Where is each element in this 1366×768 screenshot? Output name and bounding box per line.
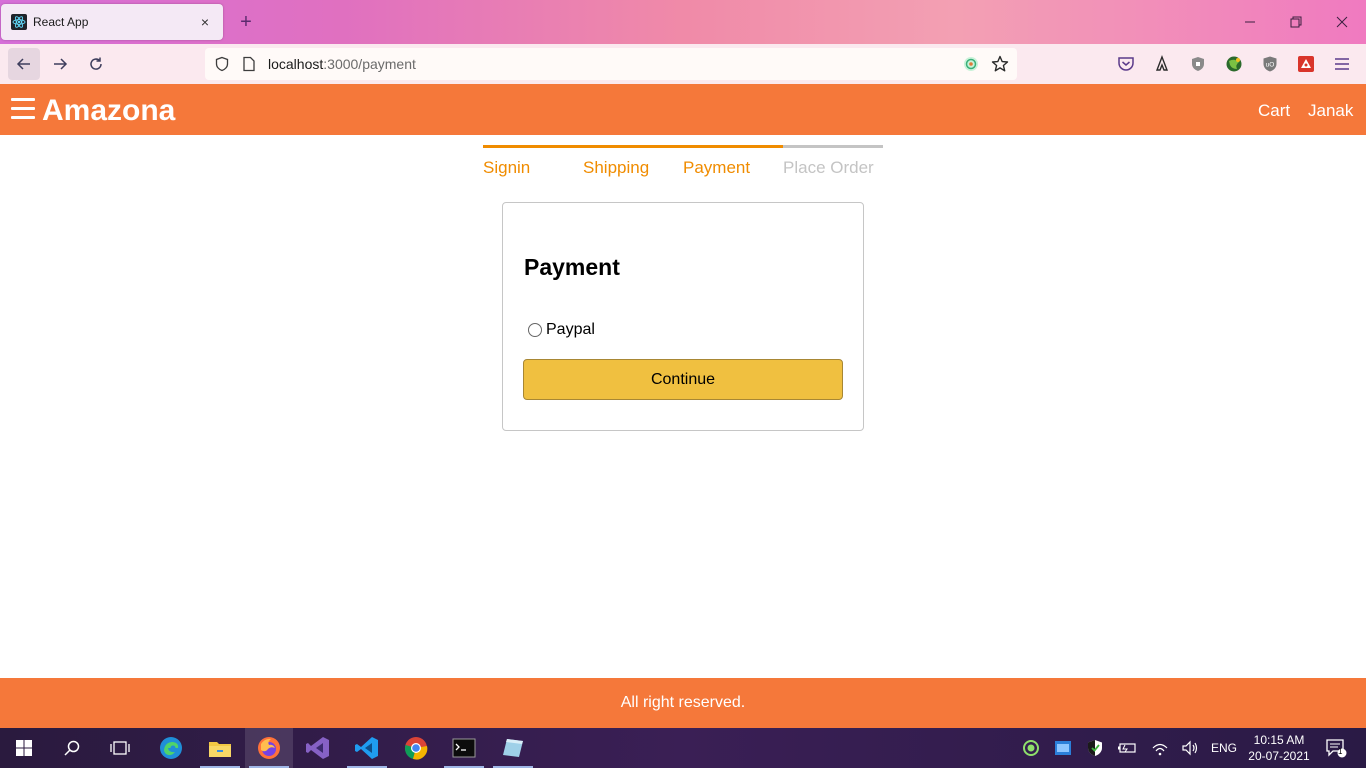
clock-date: 20-07-2021 bbox=[1248, 749, 1310, 763]
terminal-icon[interactable] bbox=[440, 728, 488, 768]
url-host: localhost bbox=[268, 56, 324, 72]
globe-extension-icon[interactable] bbox=[1224, 54, 1244, 74]
notification-center-icon[interactable]: 1 bbox=[1324, 738, 1348, 758]
file-explorer-icon[interactable] bbox=[196, 728, 244, 768]
page-footer: All right reserved. bbox=[0, 678, 1366, 728]
brand-logo-link[interactable]: Amazona bbox=[42, 94, 175, 128]
step-place-order: Place Order bbox=[783, 145, 883, 185]
browser-tab[interactable]: React App × bbox=[1, 4, 223, 40]
windows-start-icon[interactable] bbox=[0, 728, 48, 768]
volume-icon[interactable] bbox=[1180, 738, 1200, 758]
react-icon bbox=[11, 14, 27, 30]
page-title: Payment bbox=[524, 254, 620, 280]
footer-text: All right reserved. bbox=[620, 694, 746, 711]
task-view-icon[interactable] bbox=[96, 728, 144, 768]
extension-icon[interactable] bbox=[963, 56, 979, 72]
forward-icon[interactable] bbox=[44, 48, 76, 80]
payment-form: Payment Paypal Continue bbox=[502, 202, 864, 431]
wifi-icon[interactable] bbox=[1150, 738, 1170, 758]
paypal-option[interactable]: Paypal bbox=[528, 321, 595, 339]
extension-flame-icon[interactable] bbox=[1152, 54, 1172, 74]
pocket-icon[interactable] bbox=[1116, 54, 1136, 74]
menu-icon[interactable] bbox=[1332, 54, 1352, 74]
checkout-steps: Signin Shipping Payment Place Order bbox=[483, 145, 883, 185]
record-indicator-icon[interactable] bbox=[1021, 738, 1041, 758]
bookmark-star-icon[interactable] bbox=[991, 55, 1009, 73]
notification-count: 1 bbox=[1338, 747, 1343, 756]
chrome-icon[interactable] bbox=[392, 728, 440, 768]
security-tray-icon[interactable] bbox=[1085, 738, 1105, 758]
url-path: :3000/payment bbox=[323, 56, 416, 72]
user-menu-link[interactable]: Janak bbox=[1308, 101, 1353, 121]
battery-icon[interactable] bbox=[1117, 738, 1137, 758]
minimize-icon[interactable] bbox=[1238, 10, 1262, 34]
new-tab-button[interactable]: + bbox=[234, 10, 258, 34]
close-tab-icon[interactable]: × bbox=[193, 14, 217, 30]
privacy-shield-icon[interactable] bbox=[1188, 54, 1208, 74]
search-icon[interactable] bbox=[48, 728, 96, 768]
windows-taskbar: ENG 10:15 AM 20-07-2021 1 bbox=[0, 728, 1366, 768]
firefox-icon[interactable] bbox=[245, 728, 293, 768]
red-extension-icon[interactable] bbox=[1296, 54, 1316, 74]
page-icon[interactable] bbox=[242, 56, 256, 72]
step-payment: Payment bbox=[683, 145, 783, 185]
restore-icon[interactable] bbox=[1284, 10, 1308, 34]
url-bar[interactable]: localhost:3000/payment bbox=[205, 48, 1017, 80]
edge-browser-icon[interactable] bbox=[147, 728, 195, 768]
hamburger-menu-icon[interactable] bbox=[11, 98, 35, 120]
taskbar-clock[interactable]: 10:15 AM 20-07-2021 bbox=[1242, 732, 1316, 764]
back-icon[interactable] bbox=[8, 48, 40, 80]
visual-studio-icon[interactable] bbox=[294, 728, 342, 768]
browser-toolbar: localhost:3000/payment uO bbox=[0, 44, 1366, 84]
shield-icon[interactable] bbox=[214, 56, 230, 72]
language-indicator[interactable]: ENG bbox=[1210, 738, 1238, 758]
url-text[interactable]: localhost:3000/payment bbox=[268, 56, 416, 72]
paypal-radio[interactable] bbox=[528, 323, 542, 337]
ublock-icon[interactable]: uO bbox=[1260, 54, 1280, 74]
clock-time: 10:15 AM bbox=[1253, 733, 1305, 747]
notes-app-icon[interactable] bbox=[489, 728, 537, 768]
app-tray-icon[interactable] bbox=[1053, 738, 1073, 758]
window-close-icon[interactable] bbox=[1330, 10, 1354, 34]
vscode-icon[interactable] bbox=[343, 728, 391, 768]
cart-link[interactable]: Cart bbox=[1258, 101, 1290, 121]
step-signin: Signin bbox=[483, 145, 583, 185]
browser-tab-strip: React App × + bbox=[0, 0, 1366, 44]
paypal-label[interactable]: Paypal bbox=[546, 321, 595, 339]
reload-icon[interactable] bbox=[80, 48, 112, 80]
svg-text:uO: uO bbox=[1266, 62, 1275, 69]
app-header: Amazona Cart Janak bbox=[0, 84, 1366, 135]
tab-title: React App bbox=[33, 15, 89, 29]
continue-button[interactable]: Continue bbox=[523, 359, 843, 400]
step-shipping: Shipping bbox=[583, 145, 683, 185]
